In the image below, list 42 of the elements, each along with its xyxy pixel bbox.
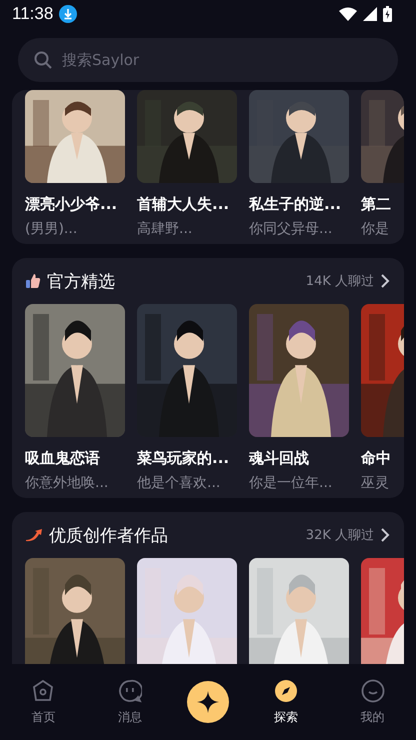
wifi-icon	[339, 7, 357, 21]
create-button[interactable]	[186, 681, 229, 723]
download-icon	[59, 5, 78, 23]
character-title[interactable]: 命中	[361, 449, 404, 468]
compass-icon	[274, 678, 298, 702]
battery-icon	[383, 6, 392, 22]
character-description: 你是一位年...	[249, 474, 334, 492]
character-description: 你是	[361, 220, 390, 238]
character-title[interactable]: 漂亮小少爷...	[25, 195, 125, 214]
character-description: 他是个喜欢...	[137, 474, 222, 492]
section-title: 优质创作者作品	[49, 524, 168, 546]
signal-icon	[363, 7, 377, 21]
character-title[interactable]: 吸血鬼恋语	[25, 449, 125, 468]
nav-tab[interactable]: 探索	[256, 678, 316, 726]
trend-arrow-icon	[25, 528, 43, 542]
chat-count: 32K 人聊过	[306, 527, 374, 544]
character-description: (男男)...	[25, 220, 78, 238]
sparkle-icon	[196, 691, 219, 713]
character-title[interactable]: 魂斗回战	[249, 449, 349, 468]
character-description: 你意外地唤...	[25, 474, 110, 492]
character-title[interactable]: 私生子的逆...	[249, 195, 349, 214]
chat-icon	[118, 678, 142, 702]
section-title: 官方精选	[47, 270, 115, 292]
character-description: 你同父异母...	[249, 220, 334, 238]
character-title[interactable]: 第二	[361, 195, 404, 214]
character-title[interactable]: 首辅大人失...	[137, 195, 237, 214]
chevron-right-icon[interactable]	[380, 528, 390, 542]
nav-tab[interactable]: 消息	[100, 678, 160, 726]
character-title[interactable]: 菜鸟玩家的...	[137, 449, 237, 468]
status-time: 11:38	[12, 4, 54, 24]
nav-tab[interactable]: 我的	[342, 678, 403, 726]
chevron-right-icon[interactable]	[380, 274, 390, 288]
search-field[interactable]: 搜索Saylor	[18, 38, 398, 82]
character-description: 巫灵	[361, 474, 390, 492]
search-input[interactable]: 搜索Saylor	[60, 50, 382, 70]
character-description: 高肆野...	[137, 220, 194, 238]
chat-count: 14K 人聊过	[306, 273, 374, 290]
smiley-icon	[360, 678, 385, 702]
home-icon	[31, 678, 56, 702]
thumbs-up-icon	[25, 273, 41, 289]
nav-tab[interactable]: 首页	[13, 678, 74, 726]
search-icon	[34, 51, 52, 69]
